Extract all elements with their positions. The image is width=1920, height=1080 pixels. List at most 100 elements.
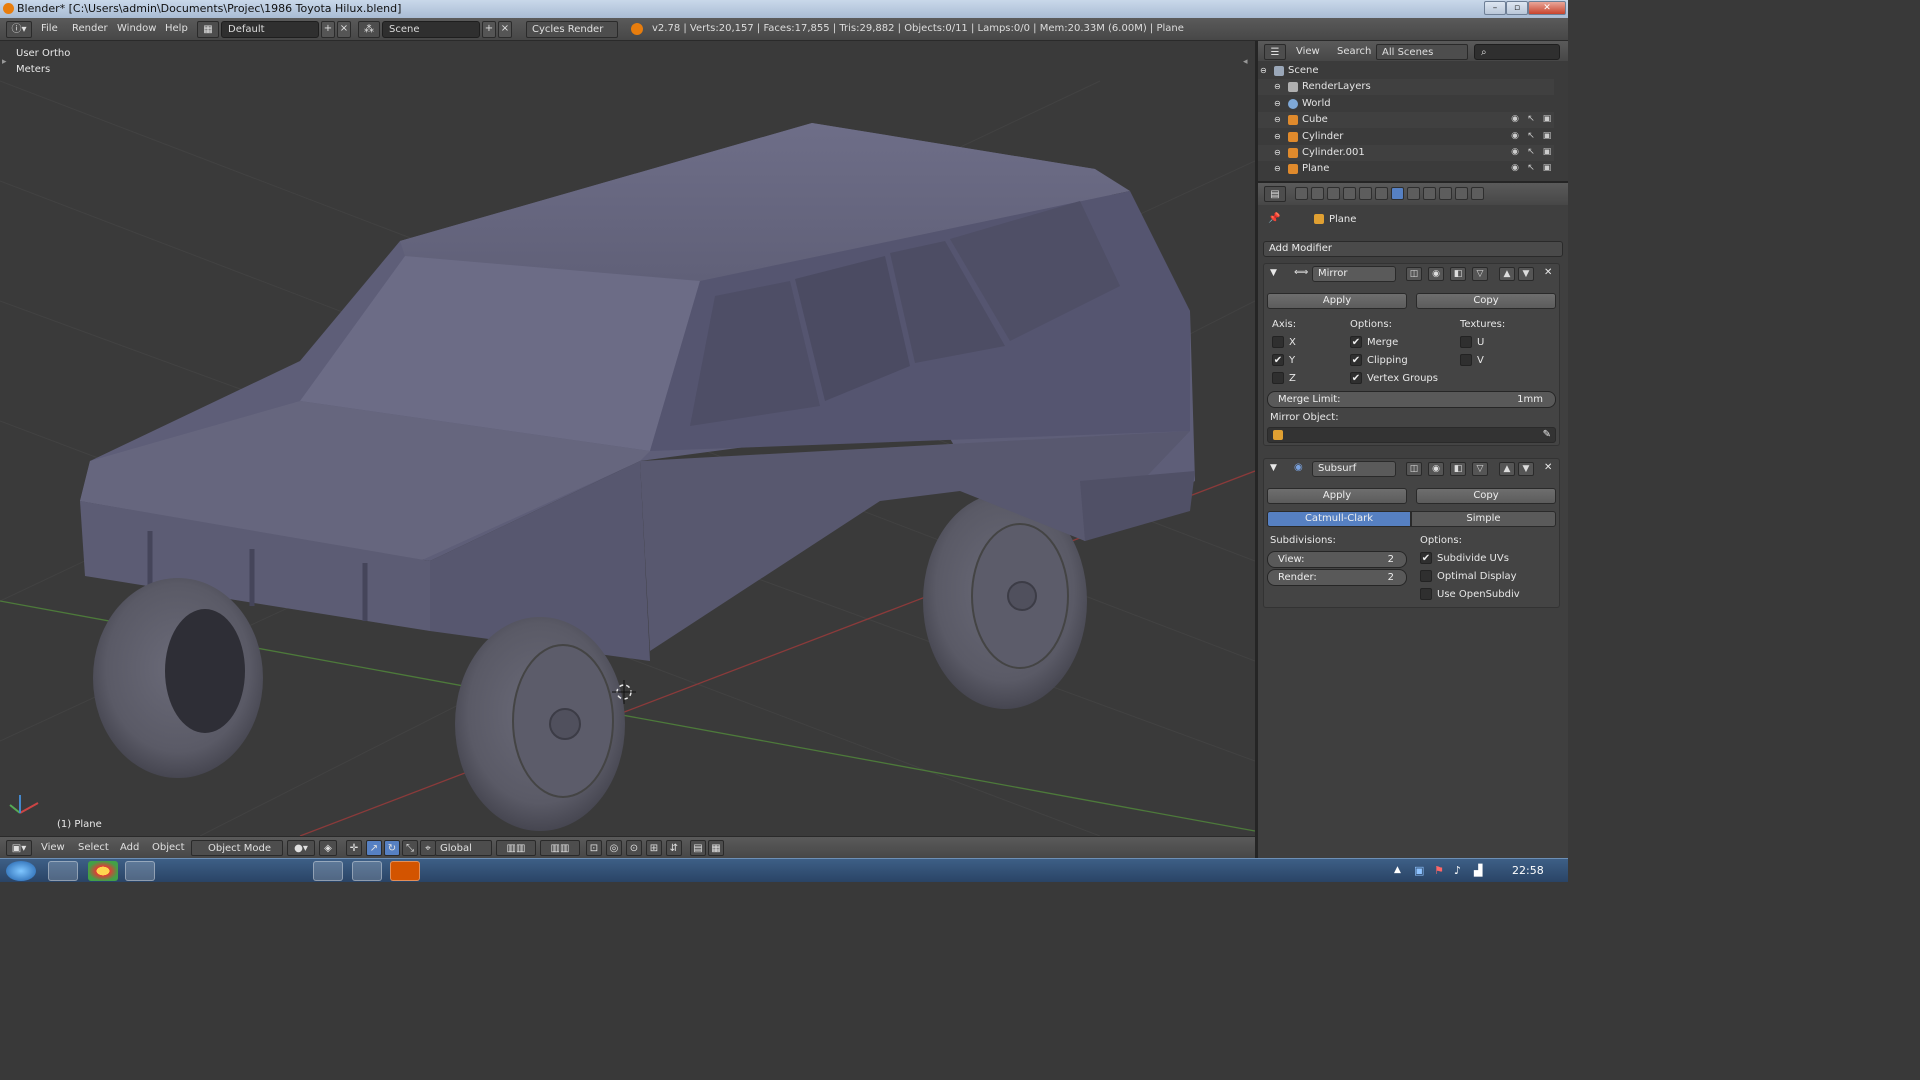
expand-icon[interactable]: ⊖ [1274, 129, 1284, 141]
scene-field[interactable]: Scene [382, 21, 480, 38]
cage-toggle-icon[interactable]: ▽ [1472, 462, 1488, 476]
collapse-icon[interactable]: ▼ [1270, 463, 1277, 473]
render-icon[interactable]: ▣ [1542, 163, 1552, 174]
render-animation-icon[interactable]: ▦ [708, 840, 724, 856]
view-levels-field[interactable]: View: 2 [1267, 551, 1407, 568]
tray-arrow-icon[interactable]: ▲ [1394, 865, 1401, 875]
texture-v-checkbox[interactable] [1460, 354, 1472, 366]
particles-tab-icon[interactable] [1455, 187, 1468, 200]
star-taskbar-icon[interactable] [240, 861, 270, 881]
move-down-icon[interactable]: ▼ [1518, 462, 1534, 476]
outliner-item-cylinder-001[interactable]: ⊖ Cylinder.001 ◉ ↖ ▣ [1258, 145, 1554, 161]
axis-z-checkbox[interactable] [1272, 372, 1284, 384]
move-down-icon[interactable]: ▼ [1518, 267, 1534, 281]
viewport-toggle-icon[interactable]: ◉ [1428, 267, 1444, 281]
layers-2-icon[interactable]: ▥▥ [540, 840, 580, 856]
vertex-groups-checkbox[interactable]: ✔ [1350, 372, 1362, 384]
notepad-taskbar-icon[interactable] [164, 861, 194, 881]
eye-icon[interactable]: ◉ [1510, 114, 1520, 125]
mode-select[interactable]: Object Mode [191, 840, 283, 856]
remove-scene-icon[interactable]: × [498, 21, 512, 38]
collapse-icon[interactable]: ▼ [1270, 268, 1277, 278]
pin-icon[interactable]: 📌 [1268, 213, 1280, 224]
expand-icon[interactable]: ⊖ [1274, 96, 1284, 108]
outliner-filter-select[interactable]: All Scenes [1376, 44, 1468, 60]
eye-icon[interactable]: ◉ [1510, 163, 1520, 174]
move-up-icon[interactable]: ▲ [1499, 267, 1515, 281]
toolshelf-toggle-icon[interactable]: ◂ [1243, 57, 1248, 67]
axis-x-checkbox[interactable] [1272, 336, 1284, 348]
screen-layout-icon[interactable]: ▦ [197, 21, 219, 38]
snap-align-icon[interactable]: ⇵ [666, 840, 682, 856]
texture-u-checkbox[interactable] [1460, 336, 1472, 348]
proportional-icon[interactable]: ◎ [606, 840, 622, 856]
game-taskbar-icon[interactable] [276, 861, 306, 881]
steam-taskbar-icon[interactable] [313, 861, 343, 881]
outliner-item-cylinder[interactable]: ⊖ Cylinder ◉ ↖ ▣ [1258, 129, 1554, 145]
maximize-button[interactable]: ▫ [1506, 1, 1528, 15]
viewport-toggle-icon[interactable]: ◉ [1428, 462, 1444, 476]
expand-icon[interactable]: ⊖ [1260, 63, 1270, 75]
signal-icon[interactable]: ▟ [1474, 864, 1482, 877]
manipulator-icon[interactable]: ✛ [346, 840, 362, 856]
object-tab-icon[interactable] [1359, 187, 1372, 200]
start-button[interactable] [6, 861, 36, 881]
outliner-menu-view[interactable]: View [1296, 44, 1320, 60]
layers-1-icon[interactable]: ▥▥ [496, 840, 536, 856]
close-button[interactable]: ✕ [1528, 1, 1566, 15]
subsurf-name-field[interactable]: Subsurf [1312, 461, 1396, 477]
render-icon[interactable]: ▣ [1542, 147, 1552, 158]
scale-icon[interactable]: ⤡ [402, 840, 418, 856]
render-tab-icon[interactable] [1295, 187, 1308, 200]
rotate-icon[interactable]: ↻ [384, 840, 400, 856]
world-tab-icon[interactable] [1343, 187, 1356, 200]
remove-layout-icon[interactable]: × [337, 21, 351, 38]
render-layers-tab-icon[interactable] [1311, 187, 1324, 200]
texture-tab-icon[interactable] [1439, 187, 1452, 200]
explorer-taskbar-icon[interactable] [48, 861, 78, 881]
eye-icon[interactable]: ◉ [1510, 147, 1520, 158]
outliner-menu-search[interactable]: Search [1337, 44, 1371, 60]
cage-toggle-icon[interactable]: ▽ [1472, 267, 1488, 281]
constraints-tab-icon[interactable] [1375, 187, 1388, 200]
physics-tab-icon[interactable] [1471, 187, 1484, 200]
menu-render[interactable]: Render [69, 21, 111, 38]
pivot-point-icon[interactable]: ◈ [319, 840, 337, 856]
mirror-object-field[interactable]: ✎ [1267, 427, 1556, 443]
snap-element-icon[interactable]: ⊙ [626, 840, 642, 856]
merge-checkbox[interactable]: ✔ [1350, 336, 1362, 348]
render-engine-select[interactable]: Cycles Render [526, 21, 618, 38]
powerpoint-taskbar-icon[interactable] [390, 861, 420, 881]
material-tab-icon[interactable] [1423, 187, 1436, 200]
add-layout-icon[interactable]: + [321, 21, 335, 38]
clock[interactable]: 22:58 [1512, 864, 1544, 877]
snap-target-icon[interactable]: ⊞ [646, 840, 662, 856]
expand-icon[interactable]: ⊖ [1274, 161, 1284, 173]
render-toggle-icon[interactable]: ◫ [1406, 267, 1422, 281]
outliner-item-scene[interactable]: ⊖ Scene [1258, 63, 1554, 79]
cursor-select-icon[interactable]: ↖ [1526, 131, 1536, 142]
network-icon[interactable]: ▣ [1414, 864, 1424, 877]
render-icon[interactable]: ▣ [1542, 114, 1552, 125]
cursor-select-icon[interactable]: ↖ [1526, 147, 1536, 158]
3d-viewport[interactable]: User Ortho Meters (1) Plane ◂ ▸ [0, 41, 1255, 836]
translate-icon[interactable]: ↗ [366, 840, 382, 856]
snap-icon[interactable]: ⌖ [420, 840, 436, 856]
mirror-copy-button[interactable]: Copy [1416, 293, 1556, 309]
outliner-item-plane[interactable]: ⊖ Plane ◉ ↖ ▣ [1258, 161, 1554, 177]
outliner-search-input[interactable]: ⌕ [1474, 44, 1560, 60]
data-tab-icon[interactable] [1407, 187, 1420, 200]
move-up-icon[interactable]: ▲ [1499, 462, 1515, 476]
menu-select[interactable]: Select [75, 840, 112, 856]
use-opensubdiv-checkbox[interactable] [1420, 588, 1432, 600]
screen-layout-field[interactable]: Default [221, 21, 319, 38]
render-levels-field[interactable]: Render: 2 [1267, 569, 1407, 586]
subdivide-uvs-checkbox[interactable]: ✔ [1420, 552, 1432, 564]
outliner-editor-icon[interactable]: ☰ [1264, 44, 1286, 60]
merge-limit-field[interactable]: Merge Limit: 1mm [1267, 391, 1556, 408]
app-taskbar-icon[interactable] [202, 861, 232, 881]
properties-editor-icon[interactable]: ▤ [1264, 186, 1286, 202]
menu-window[interactable]: Window [114, 21, 159, 38]
editmode-toggle-icon[interactable]: ◧ [1450, 267, 1466, 281]
render-toggle-icon[interactable]: ◫ [1406, 462, 1422, 476]
